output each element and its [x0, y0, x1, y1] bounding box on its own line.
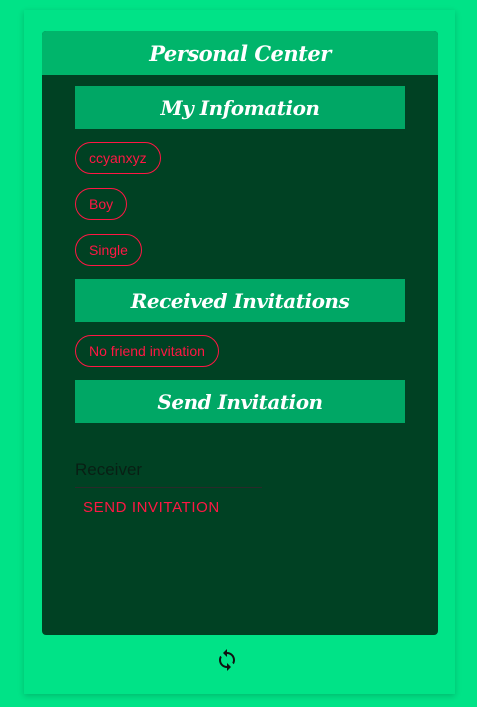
- section-title-my-information: My Infomation: [75, 86, 405, 129]
- page-title: Personal Center: [42, 31, 438, 75]
- gender-chip: Boy: [75, 188, 128, 220]
- section-title-received-invitations: Received Invitations: [75, 279, 405, 322]
- relationship-status-chip: Single: [75, 234, 142, 266]
- receiver-input[interactable]: [75, 453, 262, 488]
- personal-center-card: Personal Center My Infomation ccyanxyz B…: [42, 31, 438, 635]
- refresh-icon[interactable]: [215, 648, 239, 672]
- username-chip: ccyanxyz: [75, 142, 161, 174]
- send-invitation-button[interactable]: SEND INVITATION: [75, 493, 228, 521]
- no-invitation-chip: No friend invitation: [75, 335, 219, 367]
- section-title-send-invitation: Send Invitation: [75, 380, 405, 423]
